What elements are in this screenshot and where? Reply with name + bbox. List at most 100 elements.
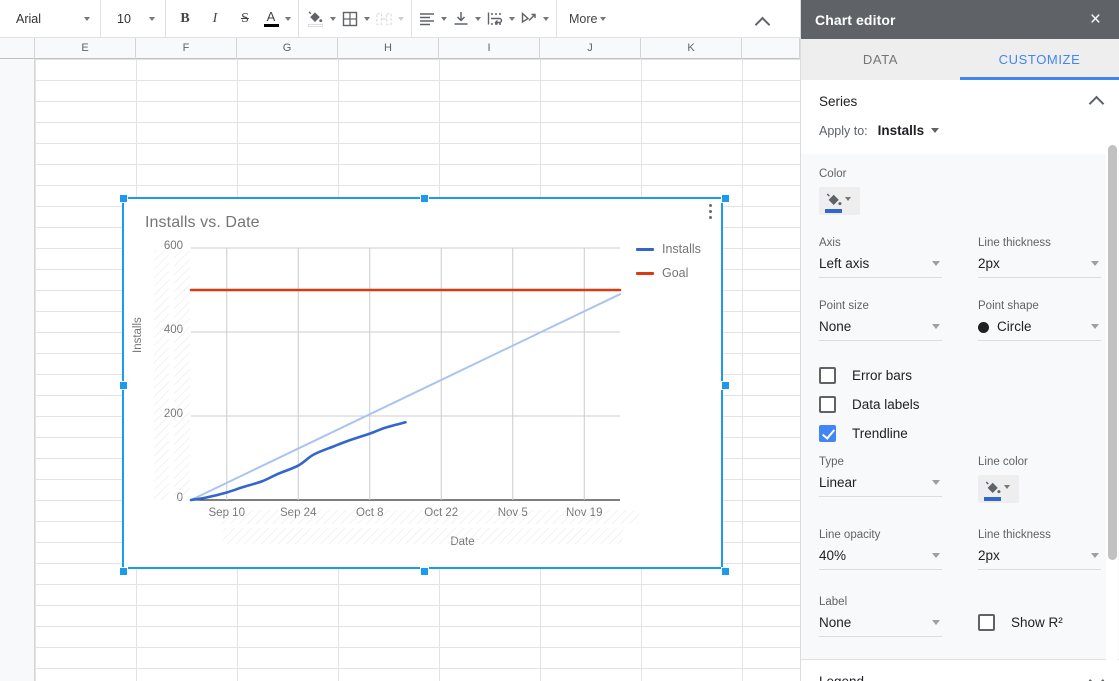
chevron-down-icon: [1090, 675, 1103, 681]
font-size-select[interactable]: 10: [105, 5, 161, 33]
error-bars-checkbox[interactable]: [819, 367, 836, 384]
data-labels-checkbox[interactable]: [819, 396, 836, 413]
column-header-extra[interactable]: [742, 38, 800, 59]
line-opacity-value: 40%: [819, 548, 847, 563]
trendline-checkbox[interactable]: [819, 425, 836, 442]
fill-color-icon: [307, 10, 323, 27]
text-rotation-dropdown[interactable]: [540, 5, 552, 33]
column-headers: EFGHIJK: [0, 38, 800, 59]
more-button[interactable]: More: [561, 5, 617, 33]
text-wrapping-dropdown[interactable]: [506, 5, 518, 33]
close-icon[interactable]: ×: [1086, 8, 1105, 31]
grid-hline: [35, 584, 800, 585]
error-bars-label: Error bars: [852, 368, 913, 383]
trendline-thickness-label: Line thickness: [978, 529, 1051, 541]
axis-select[interactable]: Left axis: [819, 256, 942, 278]
chart-editor-body[interactable]: Series Apply to: Installs Color Axis Lef…: [801, 80, 1119, 681]
trendline-type-value: Linear: [819, 475, 857, 490]
chevron-down-icon: [1091, 261, 1099, 266]
trendline-type-select[interactable]: Linear: [819, 475, 942, 497]
spreadsheet-grid[interactable]: EFGHIJK Installs vs. Date Installs Date …: [0, 38, 800, 681]
grid-hline: [35, 164, 800, 165]
borders-dropdown[interactable]: [361, 5, 373, 33]
bold-icon: B: [180, 10, 190, 26]
text-format-group: B I S A: [166, 0, 299, 38]
merge-cells-dropdown: [395, 5, 407, 33]
show-r2-checkbox[interactable]: [978, 614, 995, 631]
borders-button[interactable]: [339, 5, 361, 33]
column-header-e[interactable]: E: [35, 38, 136, 59]
bold-button[interactable]: B: [170, 5, 200, 33]
legend-swatch-goal: [636, 271, 654, 275]
trendline-label-label: Label: [819, 596, 848, 608]
series-color-button[interactable]: [819, 187, 860, 215]
vertical-align-button[interactable]: [450, 5, 472, 33]
show-r2-checkbox-row[interactable]: Show R²: [978, 614, 1101, 631]
data-labels-checkbox-row[interactable]: Data labels: [819, 396, 1101, 413]
horizontal-align-dropdown[interactable]: [438, 5, 450, 33]
grid-vline: [742, 59, 743, 681]
panel-scrollbar-thumb[interactable]: [1108, 145, 1117, 560]
font-family-select[interactable]: Arial: [4, 5, 96, 33]
column-header-j[interactable]: J: [540, 38, 641, 59]
trendline-thickness-select[interactable]: 2px: [978, 548, 1101, 570]
data-labels-label: Data labels: [852, 397, 920, 412]
chevron-down-icon: [1091, 324, 1099, 329]
column-header-i[interactable]: I: [439, 38, 540, 59]
fill-color-icon: [985, 481, 1001, 494]
merge-cells-icon: [376, 12, 392, 25]
column-header-f[interactable]: F: [136, 38, 237, 59]
column-header-g[interactable]: G: [237, 38, 338, 59]
grid-vline: [35, 59, 36, 681]
series-section-header[interactable]: Series: [801, 80, 1119, 123]
tab-data[interactable]: DATA: [801, 39, 960, 80]
point-shape-select[interactable]: Circle: [978, 319, 1101, 341]
trendline-label-select[interactable]: None: [819, 615, 942, 637]
strikethrough-button[interactable]: S: [230, 5, 260, 33]
tab-customize[interactable]: CUSTOMIZE: [960, 39, 1119, 80]
chevron-down-icon[interactable]: [931, 128, 940, 133]
collapse-toolbar-button[interactable]: [756, 9, 772, 37]
chart-series-installs-trendline-linear-: [190, 293, 621, 501]
trendline-color-button[interactable]: [978, 475, 1019, 503]
panel-scrollbar[interactable]: [1106, 80, 1118, 681]
series-color-swatch: [825, 191, 842, 213]
fill-color-dropdown[interactable]: [327, 5, 339, 33]
legend-swatch-installs: [636, 247, 654, 251]
horizontal-align-icon: [420, 12, 434, 25]
legend-label-installs: Installs: [662, 242, 701, 256]
text-wrapping-button[interactable]: [484, 5, 506, 33]
trendline-color-label: Line color: [978, 456, 1028, 468]
point-size-field: Point size None: [819, 300, 942, 341]
legend-section-title: Legend: [819, 673, 865, 681]
text-color-dropdown[interactable]: [282, 5, 294, 33]
text-rotation-button[interactable]: [518, 5, 540, 33]
select-all-corner[interactable]: [0, 38, 35, 59]
chevron-down-icon: [398, 16, 404, 21]
legend-section-header[interactable]: Legend: [801, 659, 1119, 681]
chart-menu-button[interactable]: [703, 204, 717, 226]
column-header-h[interactable]: H: [338, 38, 439, 59]
vertical-align-dropdown[interactable]: [472, 5, 484, 33]
panel-title: Chart editor: [815, 11, 896, 28]
sheet-hatch: [223, 528, 623, 544]
error-bars-checkbox-row[interactable]: Error bars: [819, 367, 1101, 384]
apply-to-value[interactable]: Installs: [878, 123, 925, 138]
more-label: More: [569, 11, 598, 26]
horizontal-align-button[interactable]: [416, 5, 438, 33]
line-thickness-select[interactable]: 2px: [978, 256, 1101, 278]
fill-color-button[interactable]: [303, 5, 327, 33]
font-size-value: 10: [117, 11, 131, 26]
point-size-select[interactable]: None: [819, 319, 942, 341]
line-opacity-select[interactable]: 40%: [819, 548, 942, 570]
text-color-button[interactable]: A: [260, 5, 282, 33]
sheet-hatch: [154, 250, 169, 500]
series-color-underline: [825, 209, 842, 213]
legend-item-installs: Installs: [636, 242, 701, 256]
trendline-checkbox-row[interactable]: Trendline: [819, 425, 1101, 442]
trendline-type-label: Type: [819, 456, 844, 468]
chart-object[interactable]: Installs vs. Date Installs Date 02004006…: [122, 197, 723, 569]
axis-label: Axis: [819, 237, 841, 249]
italic-button[interactable]: I: [200, 5, 230, 33]
column-header-k[interactable]: K: [641, 38, 742, 59]
